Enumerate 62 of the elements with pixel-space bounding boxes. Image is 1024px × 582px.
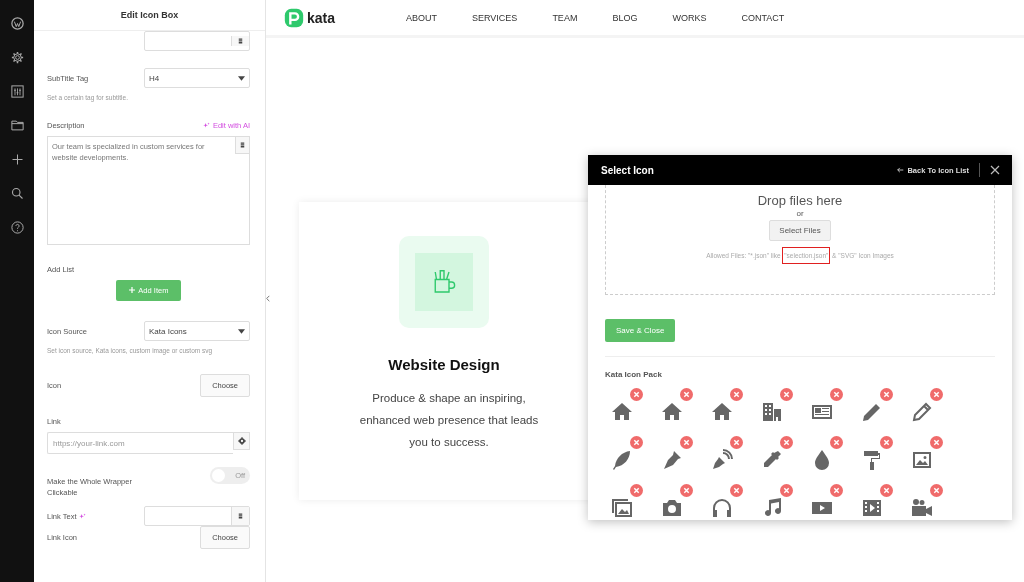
dialog-title: Select Icon xyxy=(601,164,655,176)
remove-icon[interactable] xyxy=(680,388,693,401)
plus-icon xyxy=(128,287,135,293)
remove-icon[interactable] xyxy=(930,436,943,449)
remove-icon[interactable] xyxy=(680,436,693,449)
remove-icon[interactable] xyxy=(730,388,743,401)
remove-icon[interactable] xyxy=(880,436,893,449)
sparkle-icon xyxy=(202,122,210,129)
help-icon[interactable] xyxy=(9,220,25,235)
images-icon[interactable] xyxy=(610,496,634,520)
database-icon[interactable] xyxy=(237,512,244,520)
link-field[interactable]: https://your-link.com xyxy=(47,432,233,454)
remove-icon[interactable] xyxy=(730,484,743,497)
remove-icon[interactable] xyxy=(880,388,893,401)
wordpress-icon[interactable] xyxy=(9,16,25,31)
building-icon[interactable] xyxy=(760,400,784,424)
collapse-icon[interactable] xyxy=(266,295,270,302)
remove-icon[interactable] xyxy=(880,484,893,497)
database-icon[interactable] xyxy=(238,141,246,149)
remove-icon[interactable] xyxy=(830,388,843,401)
nav-link[interactable]: CONTACT xyxy=(741,12,785,23)
card-title: Website Design xyxy=(388,356,500,373)
headphones-icon[interactable] xyxy=(710,496,734,520)
nav-link[interactable]: TEAM xyxy=(552,12,578,23)
remove-icon[interactable] xyxy=(630,436,643,449)
pack-title: Kata Icon Pack xyxy=(605,370,662,379)
nav-link[interactable]: SERVICES xyxy=(472,12,518,23)
select-field[interactable]: Kata Icons xyxy=(144,321,250,341)
remove-icon[interactable] xyxy=(830,484,843,497)
remove-icon[interactable] xyxy=(630,484,643,497)
remove-icon[interactable] xyxy=(930,388,943,401)
or-text: or xyxy=(796,209,804,218)
select-field[interactable]: H4 xyxy=(144,68,250,88)
remove-icon[interactable] xyxy=(780,484,793,497)
nav-link[interactable]: ABOUT xyxy=(406,12,437,23)
remove-icon[interactable] xyxy=(730,436,743,449)
nav-link[interactable]: WORKS xyxy=(672,12,707,23)
nav-link[interactable]: BLOG xyxy=(612,12,638,23)
search-icon[interactable] xyxy=(9,186,25,201)
card-text: Produce & shape an inspiring, enhanced web presence that leads you to success. xyxy=(358,391,540,450)
text-field[interactable] xyxy=(144,31,250,51)
text-field[interactable] xyxy=(144,506,250,526)
remove-icon[interactable] xyxy=(780,388,793,401)
panel-title: Edit Icon Box xyxy=(120,10,179,20)
pen-nib-icon[interactable] xyxy=(710,448,734,472)
sliders-icon[interactable] xyxy=(9,84,25,99)
drop-title: Drop files here xyxy=(757,193,843,208)
remove-icon[interactable] xyxy=(680,484,693,497)
close-icon[interactable] xyxy=(990,165,1000,175)
remove-icon[interactable] xyxy=(630,388,643,401)
database-icon[interactable] xyxy=(237,37,244,45)
sparkle-icon xyxy=(79,512,87,520)
caret-icon xyxy=(238,328,245,334)
caret-icon xyxy=(238,75,245,81)
remove-icon[interactable] xyxy=(830,436,843,449)
remove-icon[interactable] xyxy=(780,436,793,449)
pencil-icon[interactable] xyxy=(910,400,934,424)
remove-icon[interactable] xyxy=(930,484,943,497)
arrow-left-icon[interactable] xyxy=(897,167,905,173)
select-files-button[interactable]: Select Files xyxy=(769,220,831,241)
folder-icon[interactable] xyxy=(9,118,25,133)
logo-text[interactable]: kata xyxy=(307,9,336,26)
